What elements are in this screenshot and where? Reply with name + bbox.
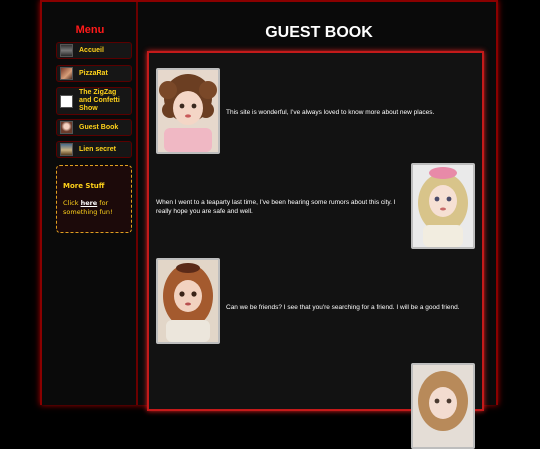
- menu-title: Menu: [75, 24, 105, 36]
- nav-item-label: PizzaRat: [79, 69, 108, 77]
- doll-portrait-blonde-pink-bow: [411, 163, 475, 249]
- guestbook-entry-text: This site is wonderful, I've always love…: [226, 109, 435, 116]
- nav-item-label: Guest Book: [79, 123, 119, 131]
- more-stuff-link[interactable]: here: [81, 199, 98, 207]
- doll-portrait-red-hair: [156, 258, 220, 344]
- sidebar: Menu Accueil PizzaRat The ZigZag and Con…: [42, 2, 138, 405]
- page-title: GUEST BOOK: [265, 24, 373, 41]
- more-stuff-text-before: Click: [63, 199, 81, 207]
- doll-portrait-brown-curls: [156, 68, 220, 154]
- rat-thumbnail-icon: [60, 67, 73, 80]
- nav-item-lien-secret[interactable]: Lien secret: [56, 141, 132, 158]
- nav-item-guest-book[interactable]: Guest Book: [56, 119, 132, 136]
- more-stuff-title: More Stuff: [63, 182, 105, 190]
- guestbook-entry-text: When I went to a teaparty last time, I'v…: [156, 199, 396, 215]
- house-thumbnail-icon: [60, 44, 73, 57]
- nav-item-pizzarat[interactable]: PizzaRat: [56, 65, 132, 82]
- nav-item-label: The ZigZag and Confetti Show: [79, 89, 120, 112]
- nav-item-accueil[interactable]: Accueil: [56, 42, 132, 59]
- guestbook-panel: This site is wonderful, I've always love…: [147, 51, 484, 449]
- castle-thumbnail-icon: [60, 143, 73, 156]
- doll-thumbnail-icon: [60, 121, 73, 134]
- guestbook-entry-text: Can we be friends? I see that you're sea…: [226, 304, 460, 311]
- more-stuff-box: More Stuff Click here for something fun!: [56, 165, 132, 233]
- more-stuff-text: Click here for something fun!: [63, 199, 125, 217]
- nav-item-zigzag-show[interactable]: The ZigZag and Confetti Show: [56, 87, 132, 115]
- nav-item-label: Accueil: [79, 46, 104, 54]
- blank-thumbnail-icon: [60, 94, 73, 108]
- doll-portrait-light-brown-hair: [411, 363, 475, 449]
- nav-item-label: Lien secret: [79, 145, 116, 153]
